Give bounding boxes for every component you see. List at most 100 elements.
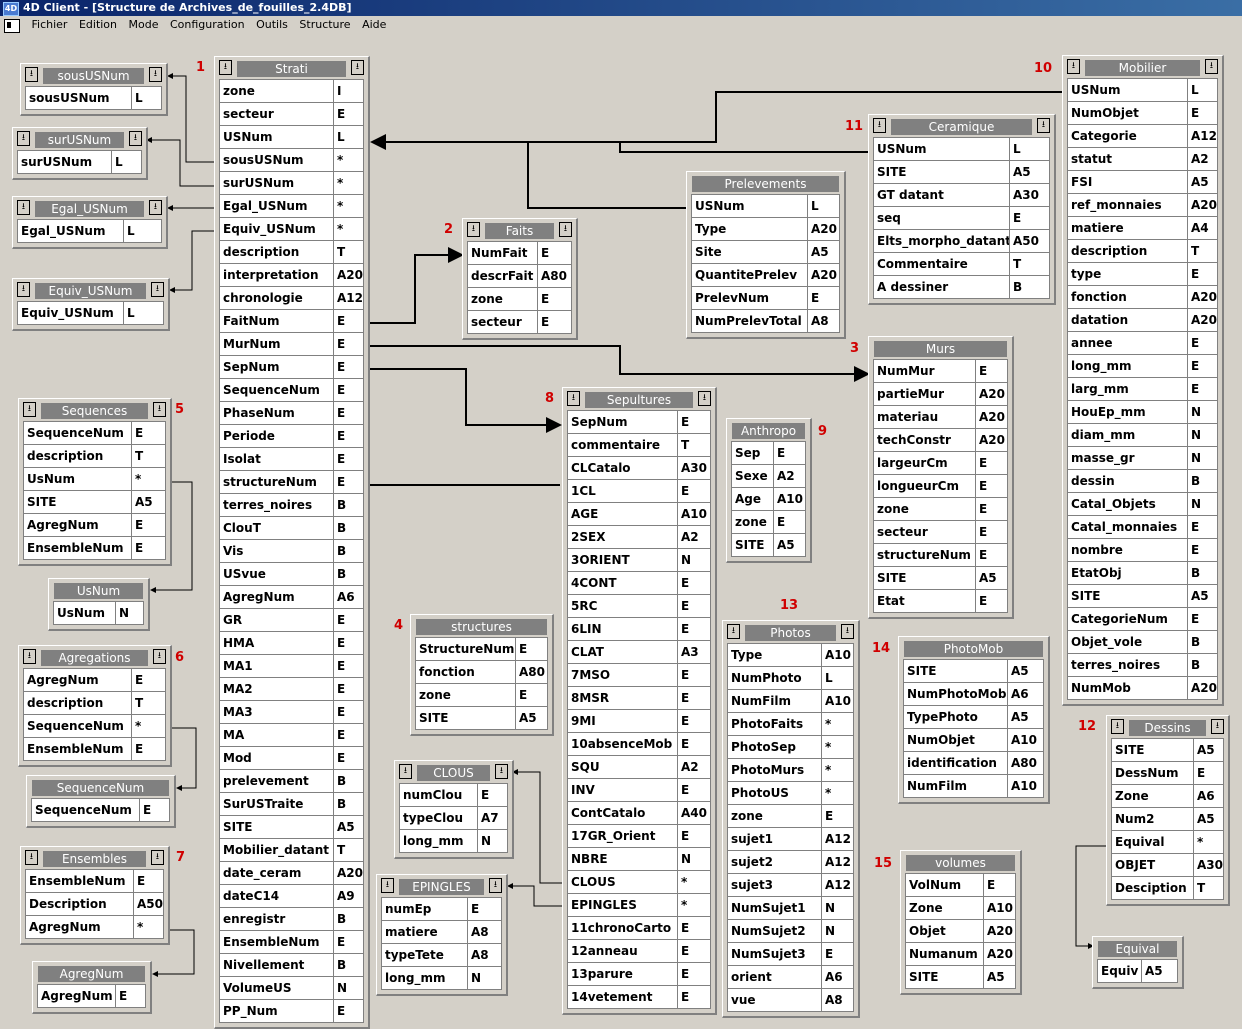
field-name[interactable]: dessin — [1068, 470, 1188, 492]
expand-icon[interactable]: ⭳ — [149, 200, 162, 215]
field-row[interactable]: SQU A2 — [568, 756, 711, 779]
field-row[interactable]: SITE A5 — [220, 816, 364, 839]
table-name[interactable]: surUSNum — [35, 132, 124, 148]
table-header[interactable]: ⭳ ⭳ surUSNum — [13, 128, 146, 150]
field-row[interactable]: secteur E — [220, 103, 364, 126]
field-row[interactable]: Periode E — [220, 425, 364, 448]
collapse-icon[interactable]: ⭳ — [567, 391, 580, 406]
field-name[interactable]: SITE — [906, 966, 984, 988]
field-row[interactable]: AGE A10 — [568, 503, 711, 526]
collapse-icon[interactable]: ⭳ — [467, 222, 480, 237]
field-row[interactable]: 2SEX A2 — [568, 526, 711, 549]
field-row[interactable]: zone E — [874, 498, 1008, 521]
table-equival[interactable]: Equival Equiv A5 — [1092, 936, 1184, 989]
collapse-icon[interactable]: ⭳ — [727, 624, 740, 639]
collapse-icon[interactable]: ⭳ — [873, 118, 886, 133]
field-name[interactable]: 17GR_Orient — [568, 825, 678, 847]
field-name[interactable]: 2SEX — [568, 526, 678, 548]
expand-icon[interactable]: ⭳ — [1211, 719, 1224, 734]
field-name[interactable]: SITE — [874, 567, 976, 589]
table-name[interactable]: Dessins — [1129, 720, 1206, 736]
field-row[interactable]: Site A5 — [692, 241, 840, 264]
field-row[interactable]: materiau A20 — [874, 406, 1008, 429]
field-name[interactable]: date_ceram — [220, 862, 334, 884]
field-name[interactable]: largeurCm — [874, 452, 976, 474]
table-dessins[interactable]: ⭳ ⭳ Dessins SITE A5 DessNum E Zone A6 Num2 A5 Equiv… — [1106, 715, 1230, 906]
field-row[interactable]: terres_noires B — [1068, 654, 1218, 677]
field-row[interactable]: PhotoSep * — [728, 736, 854, 759]
field-row[interactable]: Elts_morpho_datant A50 — [874, 230, 1050, 253]
field-name[interactable]: annee — [1068, 332, 1188, 354]
field-row[interactable]: long_mm N — [400, 830, 508, 853]
field-row[interactable]: sousUSNum L — [26, 87, 162, 110]
field-name[interactable]: Etat — [874, 590, 976, 612]
collapse-icon[interactable]: ⭳ — [23, 402, 36, 417]
field-row[interactable]: Zone A10 — [906, 897, 1016, 920]
field-row[interactable]: 1CL E — [568, 480, 711, 503]
field-name[interactable]: SurUSTraite — [220, 793, 334, 815]
field-name[interactable]: USvue — [220, 563, 334, 585]
collapse-icon[interactable]: ⭳ — [399, 764, 412, 779]
field-name[interactable]: 12anneau — [568, 940, 678, 962]
field-name[interactable]: PhotoFaits — [728, 713, 822, 735]
field-name[interactable]: NumMob — [1068, 677, 1188, 699]
field-row[interactable]: SITE A5 — [904, 660, 1044, 683]
table-header[interactable]: SequenceNum — [27, 776, 174, 798]
field-row[interactable]: type E — [1068, 263, 1218, 286]
field-row[interactable]: Catal_Objets N — [1068, 493, 1218, 516]
table-structures[interactable]: structures StructureNum Efonction A80 zone E S… — [410, 614, 554, 736]
expand-icon[interactable]: ⭳ — [151, 282, 164, 297]
field-row[interactable]: EnsembleNum E — [24, 537, 166, 560]
field-name[interactable]: structureNum — [874, 544, 976, 566]
collapse-icon[interactable]: ⭳ — [25, 67, 38, 82]
field-name[interactable]: EnsembleNum — [24, 537, 132, 559]
field-name[interactable]: OBJET — [1112, 854, 1194, 876]
menu-fichier[interactable]: Fichier — [28, 16, 72, 34]
field-row[interactable]: Nivellement B — [220, 954, 364, 977]
field-row[interactable]: Vis B — [220, 540, 364, 563]
table-header[interactable]: ⭳ ⭳ Mobilier — [1063, 56, 1222, 78]
field-name[interactable]: FaitNum — [220, 310, 334, 332]
table-egal-usnum[interactable]: ⭳ ⭳ Egal_USNum Egal_USNum L — [12, 196, 168, 249]
field-name[interactable]: MA2 — [220, 678, 334, 700]
field-name[interactable]: Site — [692, 241, 808, 263]
table-header[interactable]: volumes — [901, 851, 1020, 873]
field-row[interactable]: USNum L — [874, 138, 1050, 161]
field-name[interactable]: 13parure — [568, 963, 678, 985]
table-sepultures[interactable]: ⭳ ⭳ Sepultures SepNum Ecommentaire T CLCatalo A… — [562, 387, 717, 1015]
table-agregnum[interactable]: AgregNum AgregNum E — [32, 961, 152, 1014]
field-name[interactable]: Mobilier_datant — [220, 839, 334, 861]
field-row[interactable]: date_ceram A20 — [220, 862, 364, 885]
table-name[interactable]: Photos — [745, 625, 836, 641]
field-name[interactable]: NumFilm — [728, 690, 822, 712]
field-row[interactable]: Zone A6 — [1112, 785, 1224, 808]
field-row[interactable]: PhaseNum E — [220, 402, 364, 425]
field-name[interactable]: PP_Num — [220, 1000, 334, 1022]
field-name[interactable]: diam_mm — [1068, 424, 1188, 446]
field-row[interactable]: Commentaire T — [874, 253, 1050, 276]
collapse-icon[interactable]: ⭳ — [381, 878, 394, 893]
field-row[interactable]: techConstr A20 — [874, 429, 1008, 452]
field-row[interactable]: vue A8 — [728, 989, 854, 1012]
table-header[interactable]: Murs — [869, 337, 1012, 359]
field-name[interactable]: ContCatalo — [568, 802, 678, 824]
field-row[interactable]: FSI A5 — [1068, 171, 1218, 194]
field-name[interactable]: type — [1068, 263, 1188, 285]
field-row[interactable]: prelevement B — [220, 770, 364, 793]
table-header[interactable]: ⭳ ⭳ Egal_USNum — [13, 197, 166, 219]
field-name[interactable]: Equival — [1112, 831, 1194, 853]
field-name[interactable]: enregistr — [220, 908, 334, 930]
field-row[interactable]: 8MSR E — [568, 687, 711, 710]
field-row[interactable]: 9MI E — [568, 710, 711, 733]
field-name[interactable]: 8MSR — [568, 687, 678, 709]
field-row[interactable]: descrFait A80 — [468, 265, 572, 288]
table-header[interactable]: PhotoMob — [899, 637, 1048, 659]
field-row[interactable]: surUSNum L — [18, 151, 142, 174]
table-sequences[interactable]: ⭳ ⭳ Sequences SequenceNum Edescription T UsNum… — [18, 398, 172, 566]
field-name[interactable]: 1CL — [568, 480, 678, 502]
table-prelevements[interactable]: Prelevements USNum L Type A20 Site A5 QuantiteP… — [686, 171, 846, 339]
table-name[interactable]: CLOUS — [417, 765, 490, 781]
field-name[interactable]: Num2 — [1112, 808, 1194, 830]
field-row[interactable]: zone I — [220, 80, 364, 103]
field-row[interactable]: zone E — [416, 684, 548, 707]
